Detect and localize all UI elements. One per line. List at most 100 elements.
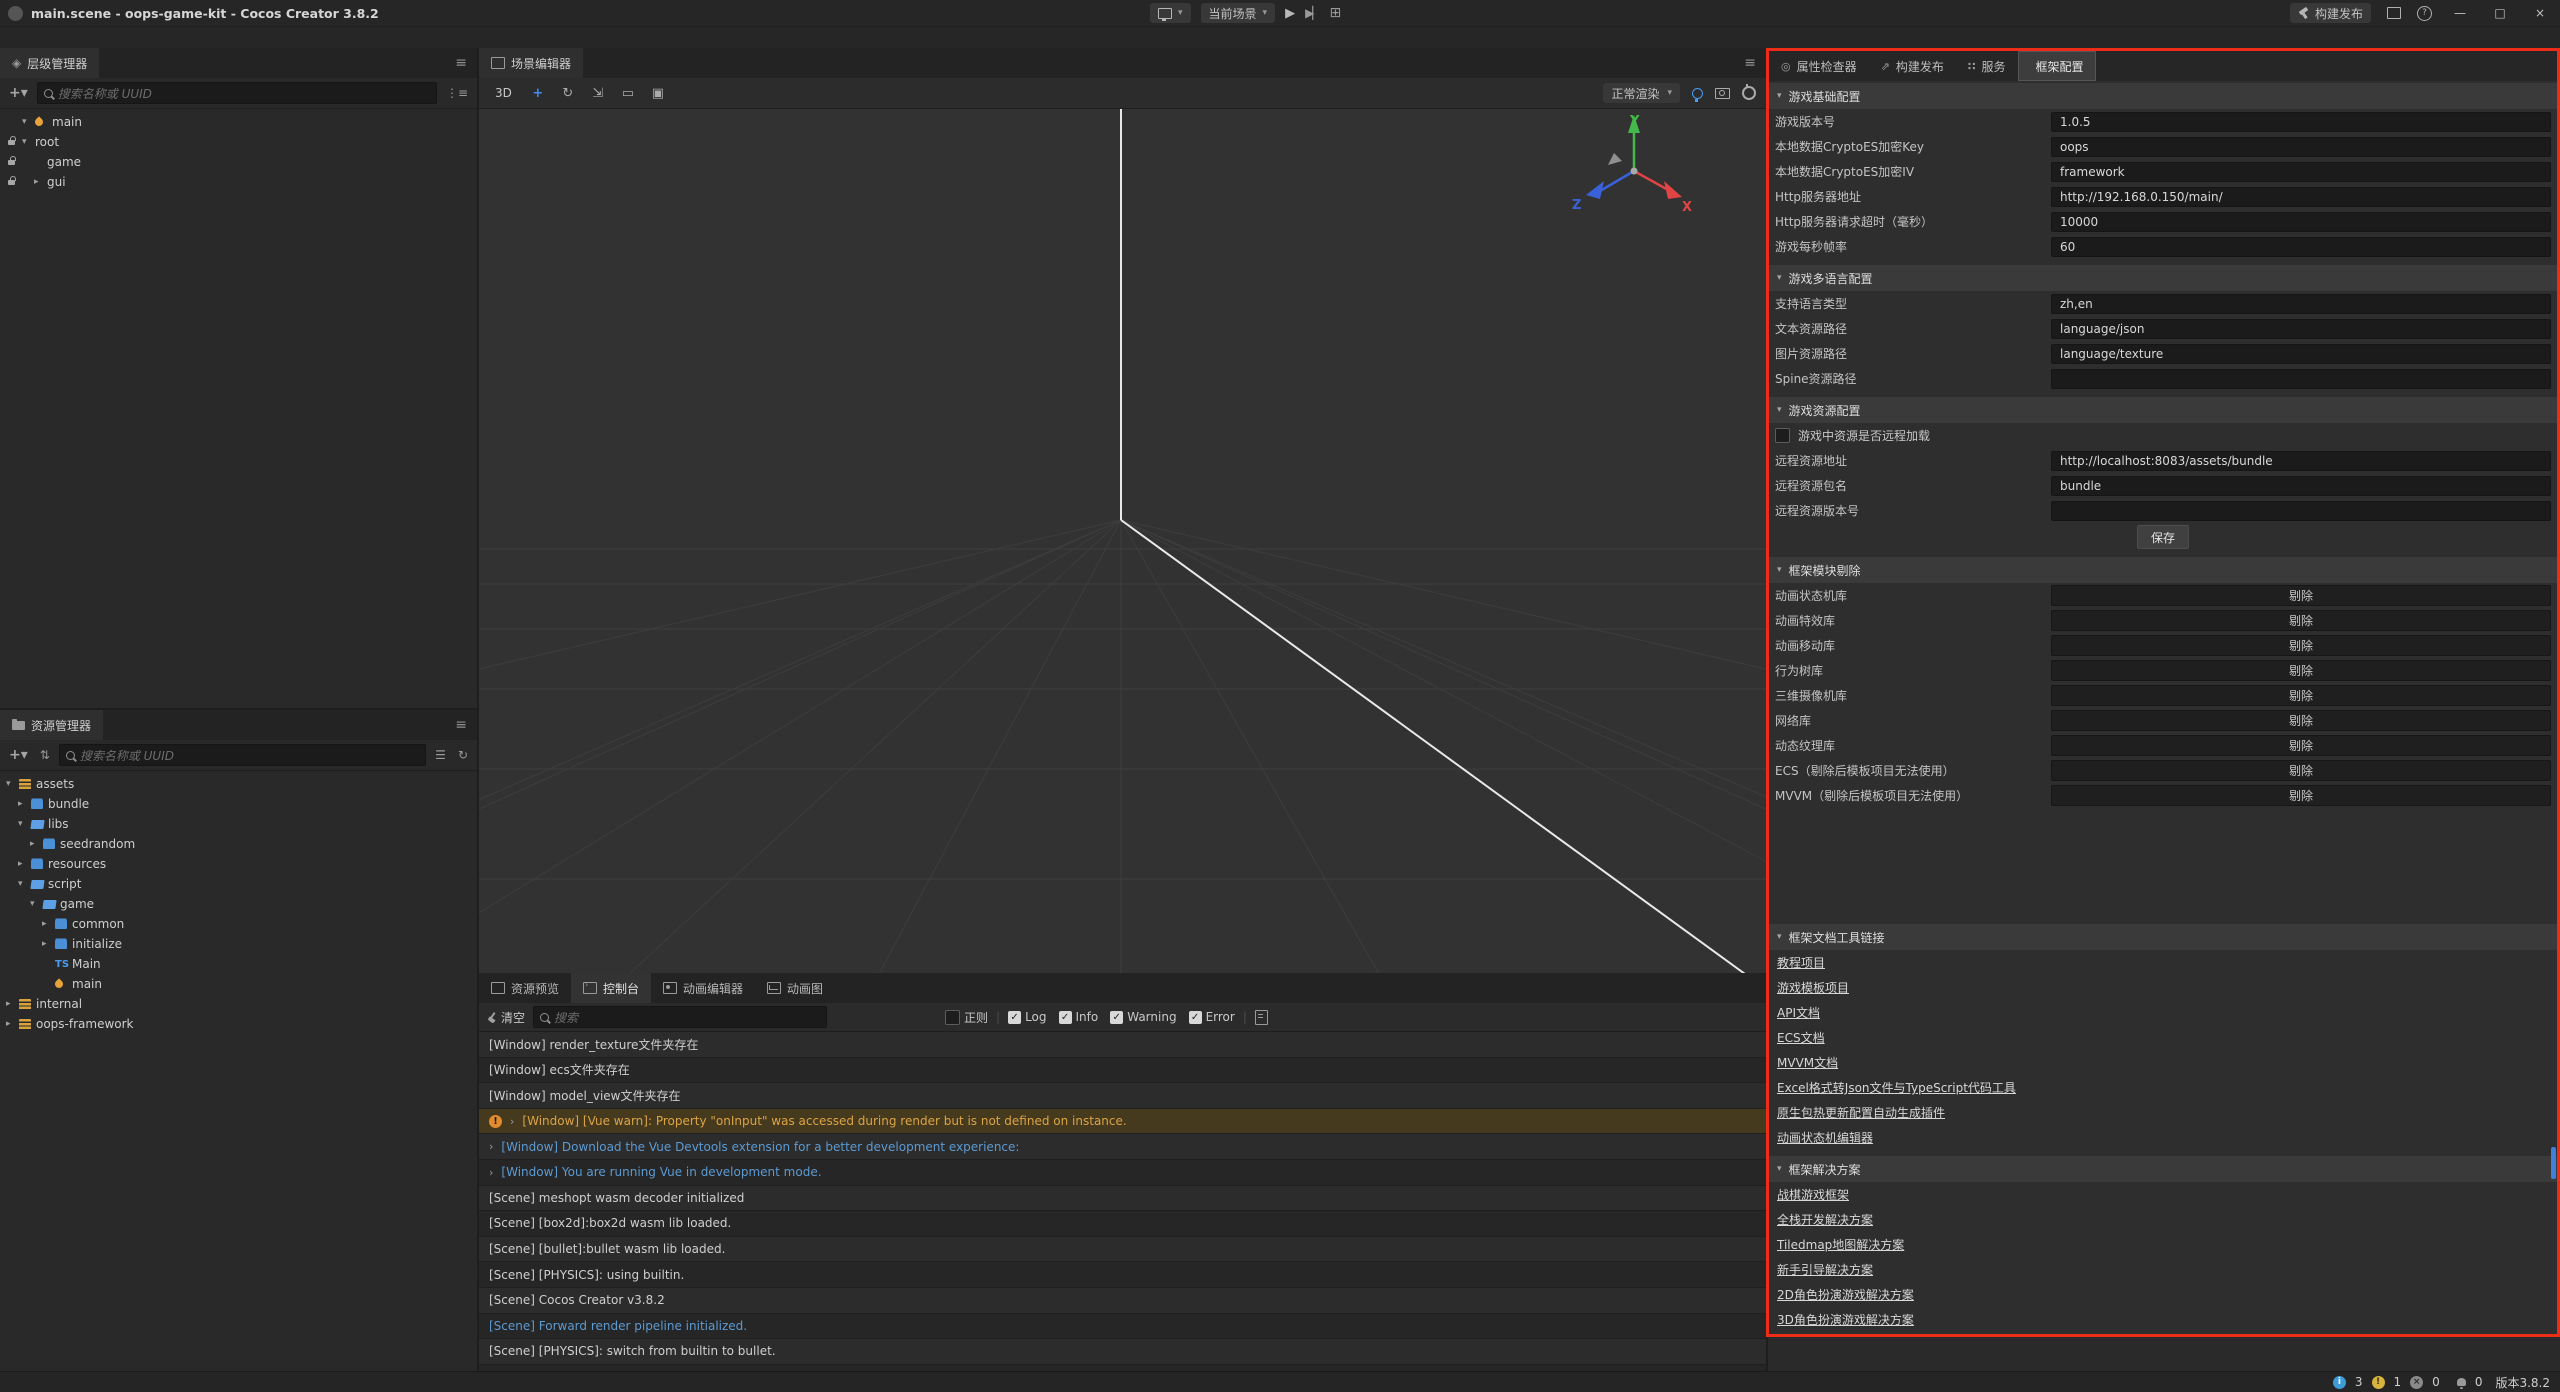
remove-module-button[interactable]: 剔除 [2051, 685, 2551, 706]
doc-link[interactable]: MVVM文档 [1777, 1054, 1838, 1071]
hierarchy-menu-icon[interactable]: ≡ [445, 55, 477, 71]
inspector-tab[interactable]: 框架配置 [2018, 51, 2096, 81]
log-filter-checkbox[interactable]: ✓ Info [1059, 1010, 1099, 1024]
inspector-tab[interactable]: 构建发布 [1869, 51, 1956, 81]
console-message-row[interactable]: ! › [Scene] [PHYSICS]: using builtin. [479, 1262, 1766, 1288]
inspector-tab[interactable]: 属性检查器 [1769, 51, 1869, 81]
text-field[interactable] [2051, 476, 2551, 496]
tab-hierarchy[interactable]: ◈ 层级管理器 [0, 48, 99, 78]
tree-item[interactable]: resources [0, 854, 477, 874]
inspector-tab[interactable]: 服务 [1956, 51, 2018, 81]
caret-icon[interactable] [34, 177, 47, 187]
create-asset-button[interactable]: +▾ [6, 747, 31, 763]
solution-link[interactable]: Tiledmap地图解决方案 [1777, 1236, 1904, 1253]
tree-item[interactable]: initialize [0, 934, 477, 954]
remove-module-button[interactable]: 剔除 [2051, 735, 2551, 756]
text-field[interactable] [2051, 319, 2551, 339]
regex-checkbox[interactable]: 正则 [945, 1009, 988, 1026]
console-message-row[interactable]: ! › [Window] Download the Vue Devtools e… [479, 1134, 1766, 1160]
assets-search-input[interactable]: 搜索名称或 UUID [59, 744, 426, 766]
caret-icon[interactable] [18, 819, 31, 829]
caret-icon[interactable] [42, 939, 55, 949]
console-message-row[interactable]: ! › [Window] [Vue warn]: Property "onInp… [479, 1109, 1766, 1135]
remove-module-button[interactable]: 剔除 [2051, 585, 2551, 606]
doc-link[interactable]: Excel格式转Json文件与TypeScript代码工具 [1777, 1079, 2016, 1096]
expand-arrow-icon[interactable]: › [489, 1140, 493, 1153]
section-header[interactable]: ▾ 游戏基础配置 [1769, 83, 2557, 109]
rotate-tool-button[interactable]: ↻ [558, 86, 578, 101]
collapse-log-icon[interactable] [1255, 1010, 1268, 1025]
projection-mode-button[interactable]: 3D [489, 86, 518, 100]
console-message-row[interactable]: ! › [Scene] [PHYSICS]: switch from built… [479, 1339, 1766, 1365]
remove-module-button[interactable]: 剔除 [2051, 660, 2551, 681]
scene-menu-icon[interactable]: ≡ [1734, 55, 1766, 71]
doc-link[interactable]: ECS文档 [1777, 1029, 1825, 1046]
tree-item[interactable]: main [0, 112, 477, 132]
caret-icon[interactable] [22, 117, 35, 127]
checkbox-checked-icon[interactable]: ✓ [1189, 1011, 1202, 1024]
tree-item[interactable]: root [0, 132, 477, 152]
save-button[interactable]: 保存 [2137, 525, 2189, 549]
expand-arrow-icon[interactable]: › [489, 1166, 493, 1179]
remove-module-button[interactable]: 剔除 [2051, 760, 2551, 781]
text-field[interactable] [2051, 162, 2551, 182]
minimize-button[interactable]: — [2448, 6, 2472, 20]
remove-module-button[interactable]: 剔除 [2051, 710, 2551, 731]
caret-icon[interactable] [6, 999, 19, 1009]
hierarchy-search-input[interactable]: 搜索名称或 UUID [37, 82, 437, 104]
log-filter-checkbox[interactable]: ✓ Error [1189, 1010, 1235, 1024]
section-header[interactable]: ▾ 框架解决方案 [1769, 1156, 2557, 1182]
scrollbar-thumb[interactable] [2551, 1147, 2556, 1179]
caret-icon[interactable] [6, 1019, 19, 1029]
console-message-row[interactable]: ! › [Window] render_texture文件夹存在 [479, 1032, 1766, 1058]
remove-module-button[interactable]: 剔除 [2051, 635, 2551, 656]
axis-gizmo[interactable]: Y X Z [1564, 109, 1704, 239]
assets-menu-icon[interactable]: ≡ [445, 717, 477, 733]
section-header[interactable]: ▾ 框架模块剔除 [1769, 557, 2557, 583]
regex-checkbox-box[interactable] [945, 1010, 960, 1025]
text-field[interactable] [2051, 187, 2551, 207]
tree-item[interactable]: gui [0, 172, 477, 192]
text-field[interactable] [2051, 137, 2551, 157]
text-field[interactable] [2051, 112, 2551, 132]
error-count-icon[interactable]: × [2410, 1376, 2423, 1389]
step-frame-button[interactable]: ▶▏ [1305, 6, 1319, 20]
bell-icon[interactable] [2457, 1378, 2466, 1386]
text-field[interactable] [2051, 501, 2551, 521]
hierarchy-filter-icon[interactable]: ⋮≡ [443, 86, 471, 100]
preview-window-icon[interactable] [2387, 7, 2401, 19]
solution-link[interactable]: 2D角色扮演游戏解决方案 [1777, 1286, 1914, 1303]
solution-link[interactable]: 新手引导解决方案 [1777, 1261, 1873, 1278]
console-message-row[interactable]: ! › [Scene] meshopt wasm decoder initial… [479, 1186, 1766, 1212]
scene-settings-gear-icon[interactable] [1742, 86, 1756, 100]
doc-link[interactable]: 原生包热更新配置自动生成插件 [1777, 1104, 1945, 1121]
tree-item[interactable]: internal [0, 994, 477, 1014]
tree-item[interactable]: oops-framework [0, 1014, 477, 1034]
console-message-row[interactable]: ! › [Window] You are running Vue in deve… [479, 1160, 1766, 1186]
console-message-row[interactable]: ! › [Scene] Forward render pipeline init… [479, 1314, 1766, 1340]
build-publish-button[interactable]: 构建发布 [2290, 3, 2371, 23]
layout-button[interactable]: ⊞ [1330, 5, 1342, 21]
scene-viewport[interactable]: Y X Z [479, 109, 1766, 973]
sort-assets-icon[interactable]: ⇅ [37, 748, 53, 762]
text-field[interactable] [2051, 212, 2551, 232]
tree-item[interactable]: seedrandom [0, 834, 477, 854]
console-message-row[interactable]: ! › [Window] ecs文件夹存在 [479, 1058, 1766, 1084]
tree-item[interactable]: game [0, 894, 477, 914]
console-tab[interactable]: 控制台 [571, 973, 651, 1003]
text-field[interactable] [2051, 237, 2551, 257]
caret-icon[interactable] [18, 879, 31, 889]
scene-select-dropdown[interactable]: 当前场景 ▾ [1201, 3, 1276, 23]
caret-icon[interactable] [18, 799, 31, 809]
tree-item[interactable]: script [0, 874, 477, 894]
tree-item[interactable]: assets [0, 774, 477, 794]
section-header[interactable]: ▾ 游戏多语言配置 [1769, 265, 2557, 291]
ui-transform-tool-button[interactable]: ▣ [648, 86, 668, 101]
doc-link[interactable]: 游戏模板项目 [1777, 979, 1849, 996]
scale-tool-button[interactable]: ⇲ [588, 86, 608, 101]
tree-item[interactable]: libs [0, 814, 477, 834]
section-header[interactable]: ▾ 游戏资源配置 [1769, 397, 2557, 423]
console-message-row[interactable]: ! › [Scene] Cocos Creator v3.8.2 [479, 1288, 1766, 1314]
remote-load-checkbox[interactable] [1775, 428, 1790, 443]
console-message-row[interactable]: ! › [Scene] [bullet]:bullet wasm lib loa… [479, 1237, 1766, 1263]
